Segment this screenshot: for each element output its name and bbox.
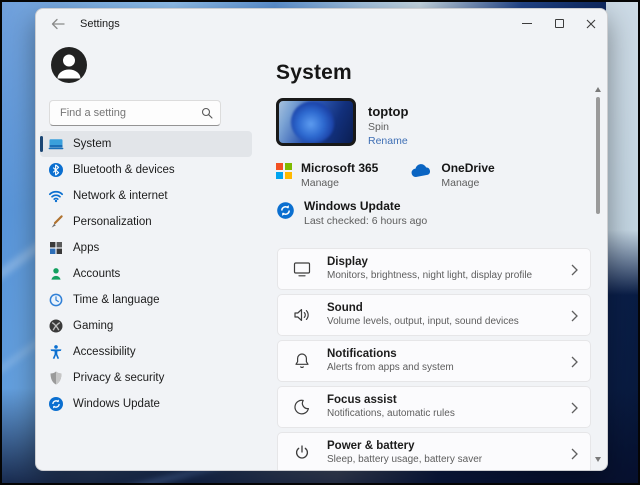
maximize-icon [555,19,564,28]
sidebar-item-label: Windows Update [73,398,160,410]
close-icon [586,19,596,29]
settings-row-display[interactable]: Display Monitors, brightness, night ligh… [277,248,591,290]
settings-row-focus-assist[interactable]: Focus assist Notifications, automatic ru… [277,386,591,428]
sync-icon [48,396,64,412]
scrollbar[interactable] [593,87,603,462]
bell-icon [292,351,312,371]
device-name: toptop [368,104,408,119]
windows-update-status[interactable]: Windows Update Last checked: 6 hours ago [276,199,427,227]
monitor-icon [48,136,64,152]
sidebar-item-label: System [73,138,111,150]
settings-row-subtitle: Monitors, brightness, night light, displ… [327,270,532,283]
settings-row-title: Display [327,255,532,269]
microsoft-365-link[interactable]: Microsoft 365 Manage [276,161,378,189]
sidebar-item-label: Network & internet [73,190,168,202]
scroll-down-icon[interactable] [595,457,601,462]
sidebar-item-bluetooth-devices[interactable]: Bluetooth & devices [40,157,252,183]
settings-row-title: Power & battery [327,439,482,453]
moon-icon [292,397,312,417]
sidebar-item-privacy-security[interactable]: Privacy & security [40,365,252,391]
sidebar-item-system[interactable]: System [40,131,252,157]
sidebar-item-windows-update[interactable]: Windows Update [40,391,252,417]
quick-link-title: Microsoft 365 [301,161,378,175]
chevron-right-icon [571,448,578,460]
sidebar-item-accessibility[interactable]: Accessibility [40,339,252,365]
settings-row-subtitle: Notifications, automatic rules [327,408,455,421]
sidebar-item-label: Bluetooth & devices [73,164,175,176]
sidebar-item-label: Gaming [73,320,113,332]
sidebar-item-personalization[interactable]: Personalization [40,209,252,235]
chevron-right-icon [571,310,578,322]
sidebar-item-network-internet[interactable]: Network & internet [40,183,252,209]
chevron-right-icon [571,356,578,368]
display-icon [292,259,312,279]
maximize-button[interactable] [543,9,575,38]
settings-row-title: Focus assist [327,393,455,407]
update-subtitle: Last checked: 6 hours ago [304,215,427,227]
settings-row-power-battery[interactable]: Power & battery Sleep, battery usage, ba… [277,432,591,471]
titlebar[interactable]: Settings [36,9,607,39]
sidebar-item-time-language[interactable]: Time & language [40,287,252,313]
update-title: Windows Update [304,199,427,213]
search-icon[interactable] [201,107,213,119]
sidebar-item-apps[interactable]: Apps [40,235,252,261]
speaker-icon [292,305,312,325]
settings-row-title: Sound [327,301,519,315]
rename-link[interactable]: Rename [368,135,408,147]
close-button[interactable] [575,9,607,38]
quick-links: Microsoft 365 Manage OneDrive Manage [276,161,506,189]
sidebar-item-accounts[interactable]: Accounts [40,261,252,287]
window-title: Settings [80,18,120,30]
settings-row-sound[interactable]: Sound Volume levels, output, input, soun… [277,294,591,336]
onedrive-link[interactable]: OneDrive Manage [410,161,506,189]
clock-icon [48,292,64,308]
search-input[interactable] [49,100,221,126]
chevron-right-icon [571,264,578,276]
settings-list: Display Monitors, brightness, night ligh… [277,248,591,471]
sidebar-item-label: Privacy & security [73,372,164,384]
wifi-icon [48,188,64,204]
brush-icon [48,214,64,230]
shield-icon [48,370,64,386]
settings-row-subtitle: Alerts from apps and system [327,362,454,375]
minimize-button[interactable] [511,9,543,38]
quick-link-action[interactable]: Manage [301,177,378,189]
user-avatar[interactable] [51,47,87,83]
page-title: System [276,61,352,85]
device-wallpaper-thumbnail [276,98,356,146]
onedrive-cloud-icon [410,164,432,189]
xbox-icon [48,318,64,334]
bluetooth-icon [48,162,64,178]
settings-window: Settings System Bluetooth & devices [35,8,608,471]
device-model: Spin [368,121,408,133]
search-box[interactable] [49,100,221,126]
quick-link-action[interactable]: Manage [441,177,494,189]
settings-row-title: Notifications [327,347,454,361]
device-info: toptop Spin Rename [276,98,408,147]
sync-icon [276,201,295,220]
settings-row-subtitle: Sleep, battery usage, battery saver [327,454,482,467]
settings-row-subtitle: Volume levels, output, input, sound devi… [327,316,519,329]
settings-row-notifications[interactable]: Notifications Alerts from apps and syste… [277,340,591,382]
sidebar-item-label: Time & language [73,294,160,306]
scroll-up-icon[interactable] [595,87,601,92]
power-icon [292,443,312,463]
person-icon [48,266,64,282]
desktop-wallpaper [606,0,640,295]
accessibility-icon [48,344,64,360]
sidebar-item-label: Apps [73,242,99,254]
quick-link-title: OneDrive [441,161,494,175]
chevron-right-icon [571,402,578,414]
microsoft-logo-icon [276,163,292,179]
back-arrow-icon [51,18,65,30]
back-button[interactable] [44,12,72,36]
scrollbar-thumb[interactable] [596,97,600,214]
sidebar-item-label: Personalization [73,216,152,228]
sidebar-item-gaming[interactable]: Gaming [40,313,252,339]
minimize-icon [522,23,532,24]
apps-grid-icon [48,240,64,256]
sidebar-nav: System Bluetooth & devices Network & int… [40,131,252,417]
sidebar-item-label: Accessibility [73,346,136,358]
sidebar-item-label: Accounts [73,268,120,280]
